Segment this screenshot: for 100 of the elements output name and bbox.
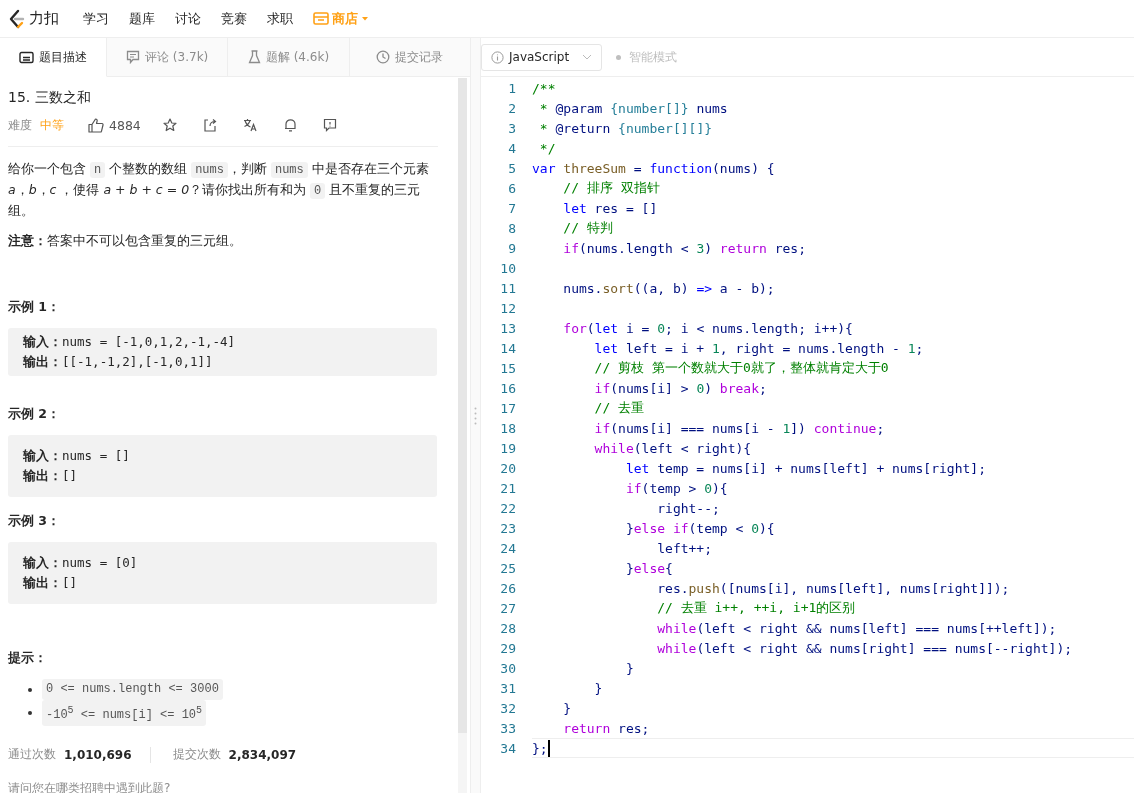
code-line: while(left < right && nums[right] === nums[--right]); xyxy=(656,640,1073,656)
code-line: /** xyxy=(532,80,556,96)
line-number: 30 xyxy=(499,660,517,676)
line-number: 19 xyxy=(499,440,517,456)
line-number: 27 xyxy=(499,600,517,616)
like-button[interactable]: 4884 xyxy=(88,117,141,133)
code-line: }; xyxy=(532,740,548,756)
line-number: 20 xyxy=(499,460,517,476)
code-line: }else{ xyxy=(624,560,673,576)
line-number: 29 xyxy=(499,640,517,656)
line-number: 13 xyxy=(499,320,517,336)
code-line: return res; xyxy=(562,720,650,736)
example-line: 输出：[] xyxy=(23,574,79,592)
code-line: * @return {number[][]} xyxy=(538,120,713,136)
star-icon[interactable] xyxy=(162,118,177,132)
comment-icon[interactable] xyxy=(126,50,141,64)
code-line: } xyxy=(562,700,572,716)
line-number: 14 xyxy=(499,340,517,356)
nav-link[interactable]: 竞赛 xyxy=(221,9,247,28)
code-line: var threeSum = function(nums) { xyxy=(532,160,775,176)
line-number: 22 xyxy=(499,500,517,516)
line-number: 9 xyxy=(507,240,517,256)
description-icon[interactable] xyxy=(19,50,34,64)
line-number: 3 xyxy=(507,120,517,136)
translate-icon[interactable] xyxy=(242,118,258,132)
language-select[interactable]: JavaScript xyxy=(481,43,603,71)
example-title: 示例 1： xyxy=(8,299,62,314)
hints-title: 提示： xyxy=(8,650,48,665)
nav-link[interactable]: 求职 xyxy=(267,9,293,28)
constraint-text: 0 <= nums.length <= 3000 xyxy=(42,679,223,700)
stat-value: 2,834,097 xyxy=(228,747,297,762)
line-number: 1 xyxy=(507,80,517,96)
line-number: 34 xyxy=(499,740,517,756)
nav-link[interactable]: 学习 xyxy=(83,9,109,28)
line-number: 26 xyxy=(499,580,517,596)
code-line: } xyxy=(593,680,603,696)
logo-icon[interactable] xyxy=(8,8,26,29)
example-line: 输出：[] xyxy=(23,467,79,485)
stat-label: 提交次数 xyxy=(172,746,221,763)
line-number: 5 xyxy=(507,160,517,176)
constraint-text: -10$^{5}$ <= nums[i] <= 10$^{5}$ xyxy=(42,700,207,726)
code-line: * @param {number[]} nums xyxy=(538,100,728,116)
text-cursor xyxy=(547,739,550,757)
clock-icon[interactable] xyxy=(376,50,391,64)
code-line: right--; xyxy=(656,500,720,516)
code-line: let left = i + 1, right = nums.length - 1; xyxy=(593,340,924,356)
code-line: nums.sort((a, b) => a - b); xyxy=(562,280,775,296)
problem-description: 给你一个包含 n 个整数的数组 nums ，判断 nums 中是否存在三个元素 a，b，c ，使得 a + b + c = 0？请你找出所有和为 0 且不重复的三元组。 xyxy=(8,160,430,220)
feedback-icon[interactable] xyxy=(322,118,337,132)
code-line: // 排序 双指针 xyxy=(562,179,660,197)
stat-value: 1,010,696 xyxy=(64,747,132,762)
code-line: let temp = nums[i] + nums[left] + nums[right]; xyxy=(624,460,986,476)
share-icon[interactable] xyxy=(202,118,217,132)
code-line: left++; xyxy=(656,540,712,556)
difficulty-value: 中等 xyxy=(40,116,64,134)
line-number: 32 xyxy=(499,700,517,716)
store-icon[interactable] xyxy=(313,12,329,25)
code-line: while(left < right && nums[left] === nums[++left]); xyxy=(656,620,1057,636)
caret-icon[interactable] xyxy=(361,15,369,22)
thumbs-up-icon[interactable] xyxy=(88,117,104,133)
difficulty-label: 难度 xyxy=(8,116,32,134)
stat-label: 通过次数 xyxy=(8,746,56,763)
flask-icon[interactable] xyxy=(247,50,261,64)
line-number: 18 xyxy=(499,420,517,436)
question-text: 请问您在哪类招聘中遇到此题? xyxy=(8,781,172,793)
code-line: if(temp > 0){ xyxy=(624,480,728,496)
code-line: // 去重 i++, ++i, i+1的区别 xyxy=(656,599,856,617)
line-number: 21 xyxy=(499,480,517,496)
problem-title: 15. 三数之和 xyxy=(8,89,92,107)
note-text: 注意：答案中不可以包含重复的三元组。 xyxy=(8,232,243,250)
code-line: while(left < right){ xyxy=(593,440,752,456)
scrollbar[interactable] xyxy=(458,78,467,793)
code-line: if(nums.length < 3) return res; xyxy=(562,240,806,256)
line-number: 15 xyxy=(499,360,517,376)
example-line: 输出：[[-1,-1,2],[-1,0,1]] xyxy=(23,353,214,371)
bell-icon[interactable] xyxy=(283,118,297,132)
tab[interactable]: 题目描述 xyxy=(0,38,107,77)
chevron-down-icon[interactable] xyxy=(582,54,593,60)
code-line: for(let i = 0; i < nums.length; i++){ xyxy=(562,320,853,336)
line-number: 33 xyxy=(499,720,517,736)
line-number: 8 xyxy=(507,220,517,236)
line-number: 4 xyxy=(507,140,517,156)
info-icon[interactable] xyxy=(491,50,504,64)
example-line: 输入：nums = [0] xyxy=(23,554,139,572)
example-title: 示例 2： xyxy=(8,406,62,421)
nav-link[interactable]: 题库 xyxy=(129,9,155,28)
code-line: }else if(temp < 0){ xyxy=(624,520,775,536)
nav-link[interactable]: 讨论 xyxy=(175,9,201,28)
line-number: 7 xyxy=(507,200,517,216)
line-number: 16 xyxy=(499,380,517,396)
logo-text[interactable]: 力扣 xyxy=(29,9,59,28)
example-line: 输入：nums = [-1,0,1,2,-1,-4] xyxy=(23,333,237,351)
example-line: 输入：nums = [] xyxy=(23,447,131,465)
line-number: 25 xyxy=(499,560,517,576)
line-number: 17 xyxy=(499,400,517,416)
code-line: if(nums[i] > 0) break; xyxy=(593,380,767,396)
line-number: 23 xyxy=(499,520,517,536)
line-number: 6 xyxy=(507,180,517,196)
code-line: let res = [] xyxy=(562,200,658,216)
code-line: // 特判 xyxy=(562,219,613,237)
